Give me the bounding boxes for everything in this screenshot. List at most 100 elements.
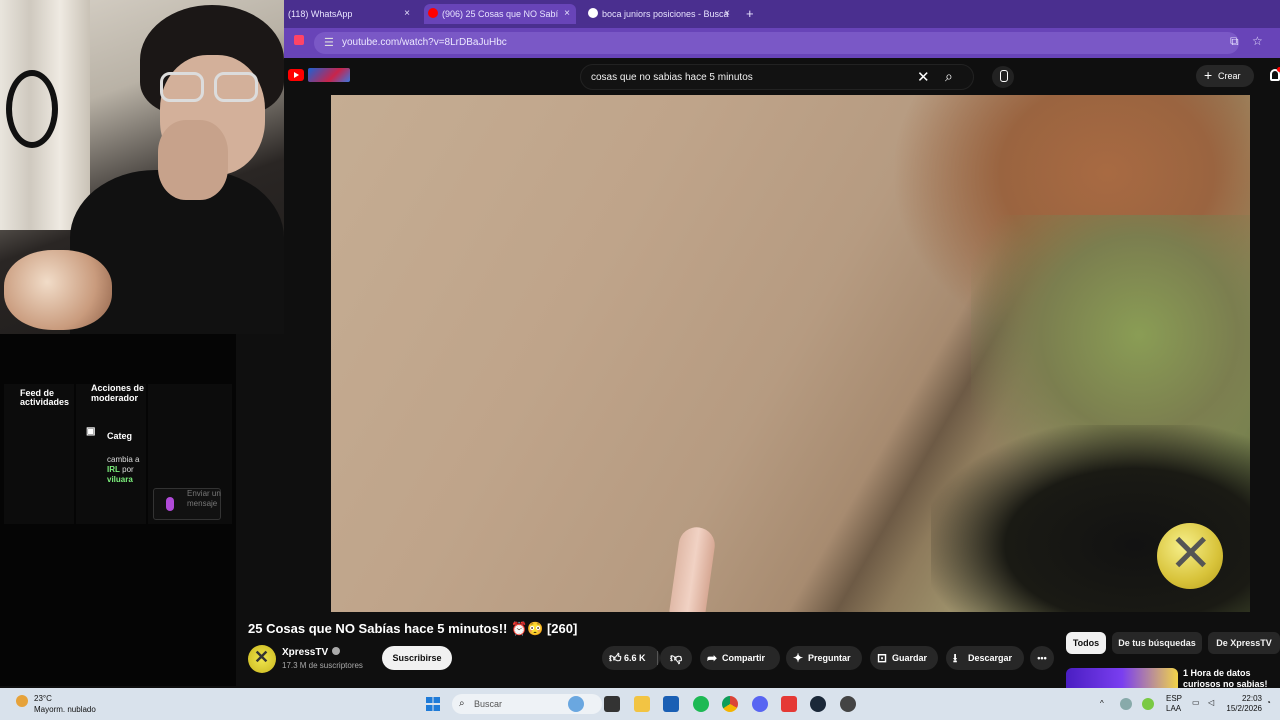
obs-icon[interactable] xyxy=(840,696,856,712)
webcam-overlay xyxy=(0,0,284,334)
date: 15/2/2026 xyxy=(1226,704,1262,713)
file-explorer-icon[interactable] xyxy=(634,696,650,712)
food xyxy=(4,250,112,330)
url-field[interactable]: ☰ youtube.com/watch?v=8LrDBaJuHbc xyxy=(314,32,1239,54)
clock[interactable]: 22:03 15/2/2026 xyxy=(1222,694,1262,714)
like-button[interactable]: 👍︎ 6.6 K xyxy=(602,646,660,670)
search-box[interactable]: cosas que no sabias hace 5 minutos ✕ ⌕ xyxy=(580,64,974,90)
recommended-thumbnail[interactable] xyxy=(1066,668,1178,690)
glasses xyxy=(160,72,260,106)
temperature: 23°C xyxy=(34,694,52,703)
mic-icon[interactable] xyxy=(166,497,174,511)
activity-feed-label[interactable]: Feed de actividades xyxy=(20,389,76,407)
notification-icon[interactable]: ◔ xyxy=(1266,698,1271,708)
create-label: Crear xyxy=(1218,71,1241,81)
close-icon[interactable]: × xyxy=(564,4,570,24)
thumbs-up-icon: 👍︎ xyxy=(609,651,622,665)
tab-whatsapp[interactable]: (118) WhatsApp × xyxy=(284,4,416,24)
start-button-icon[interactable] xyxy=(426,697,440,711)
search-icon[interactable]: ⌕ xyxy=(945,68,953,85)
ask-button[interactable]: ✦ Preguntar xyxy=(786,646,862,670)
channel-watermark-icon: ✕ xyxy=(1157,523,1223,589)
category-label[interactable]: Categ xyxy=(107,432,132,441)
spotify-icon[interactable] xyxy=(693,696,709,712)
notifications-bell-icon[interactable] xyxy=(1270,67,1280,81)
tab-label: (906) 25 Cosas que NO Sabí xyxy=(442,9,559,19)
screen: Feed de actividades Acciones de moderado… xyxy=(0,0,1280,720)
video-frame-finger xyxy=(668,524,718,612)
channel-avatar[interactable] xyxy=(248,645,276,673)
task-view-icon[interactable] xyxy=(604,696,620,712)
tab-google-search[interactable]: boca juniors posiciones - Busca × xyxy=(584,4,736,24)
time: 22:03 xyxy=(1241,694,1262,703)
mod-actions-panel[interactable] xyxy=(76,384,146,524)
tab-label: (118) WhatsApp xyxy=(288,9,353,19)
subscribe-button[interactable]: Suscribirse xyxy=(382,646,452,670)
bookmark-star-icon[interactable]: ☆ xyxy=(1252,34,1263,48)
store-icon[interactable] xyxy=(663,696,679,712)
sparkle-icon: ✦ xyxy=(793,651,804,665)
share-icon: ➦ xyxy=(707,651,718,665)
youtube-doodle[interactable] xyxy=(308,68,350,82)
search-icon: ⌕ xyxy=(459,698,465,709)
like-divider xyxy=(657,651,658,665)
url-text: youtube.com/watch?v=8LrDBaJuHbc xyxy=(342,37,507,48)
network-icon[interactable]: ▭ xyxy=(1192,698,1200,708)
extension-icon[interactable] xyxy=(294,35,304,45)
discord-icon[interactable] xyxy=(752,696,768,712)
stream-panel: Feed de actividades Acciones de moderado… xyxy=(0,334,236,686)
language-indicator[interactable]: ESP LAA xyxy=(1166,694,1188,714)
copilot-icon[interactable] xyxy=(568,696,584,712)
youtube-logo-icon[interactable] xyxy=(288,69,304,81)
taskbar-search-placeholder: Buscar xyxy=(474,699,503,709)
tab-youtube[interactable]: (906) 25 Cosas que NO Sabí × xyxy=(424,4,576,24)
tray-chevron-icon[interactable]: ^ xyxy=(1100,699,1104,709)
volume-icon[interactable]: ◁ xyxy=(1208,698,1214,708)
download-icon: ⭳ xyxy=(953,651,958,665)
youtube-favicon-icon xyxy=(428,8,438,18)
close-icon[interactable]: × xyxy=(404,4,410,24)
bookmark-icon: ⊡ xyxy=(877,651,888,665)
chip-from-channel[interactable]: De XpressTV xyxy=(1208,632,1280,654)
chip-from-searches[interactable]: De tus búsquedas xyxy=(1112,632,1202,654)
app-icon[interactable] xyxy=(781,696,797,712)
category-change-text: cambia a IRL por viluara xyxy=(107,455,140,484)
mod-actions-label[interactable]: Acciones de moderador xyxy=(91,383,147,403)
subscriber-count: 17.3 M de suscriptores xyxy=(282,661,363,670)
channel-name[interactable]: XpressTV xyxy=(282,647,328,658)
steam-icon[interactable] xyxy=(810,696,826,712)
site-info-icon[interactable]: ☰ xyxy=(324,32,334,54)
chip-all[interactable]: Todos xyxy=(1066,632,1106,654)
close-icon[interactable]: × xyxy=(724,4,730,24)
nvidia-icon[interactable] xyxy=(1142,698,1154,710)
chrome-icon[interactable] xyxy=(722,696,738,712)
new-tab-button[interactable]: + xyxy=(742,4,758,24)
verified-icon xyxy=(332,647,341,655)
weather-text: Mayorm. nublado xyxy=(34,705,96,714)
share-button[interactable]: ➦ Compartir xyxy=(700,646,780,670)
weather-icon xyxy=(16,695,28,707)
channel-name-row[interactable]: XpressTV xyxy=(282,647,341,658)
save-label: Guardar xyxy=(892,653,928,663)
tab-label: boca juniors posiciones - Busca xyxy=(602,9,729,19)
share-label: Compartir xyxy=(722,653,766,663)
install-icon[interactable]: ⧉ xyxy=(1230,34,1239,49)
video-player[interactable]: ✕ xyxy=(331,95,1250,612)
clear-search-icon[interactable]: ✕ xyxy=(917,68,930,86)
more-actions-button[interactable]: ••• xyxy=(1030,646,1054,670)
ring-light xyxy=(6,70,58,148)
create-button[interactable]: + Crear xyxy=(1196,65,1254,87)
chat-input[interactable]: Enviar un mensaje xyxy=(153,488,221,520)
search-input[interactable]: cosas que no sabias hace 5 minutos xyxy=(591,65,753,90)
download-button[interactable]: ⭳ Descargar xyxy=(946,646,1024,670)
like-count: 6.6 K xyxy=(624,653,646,663)
category-icon: ▣ xyxy=(86,426,96,437)
weather-widget[interactable]: 23°C Mayorm. nublado xyxy=(14,693,96,715)
download-label: Descargar xyxy=(968,653,1013,663)
streamer-hand xyxy=(158,120,228,200)
voice-search-icon[interactable] xyxy=(992,66,1014,88)
address-bar-row: ☰ youtube.com/watch?v=8LrDBaJuHbc ⧉ ☆ xyxy=(284,28,1280,58)
cloud-icon[interactable] xyxy=(1120,698,1132,710)
dislike-button[interactable]: 👎︎ xyxy=(660,646,692,670)
save-button[interactable]: ⊡ Guardar xyxy=(870,646,938,670)
